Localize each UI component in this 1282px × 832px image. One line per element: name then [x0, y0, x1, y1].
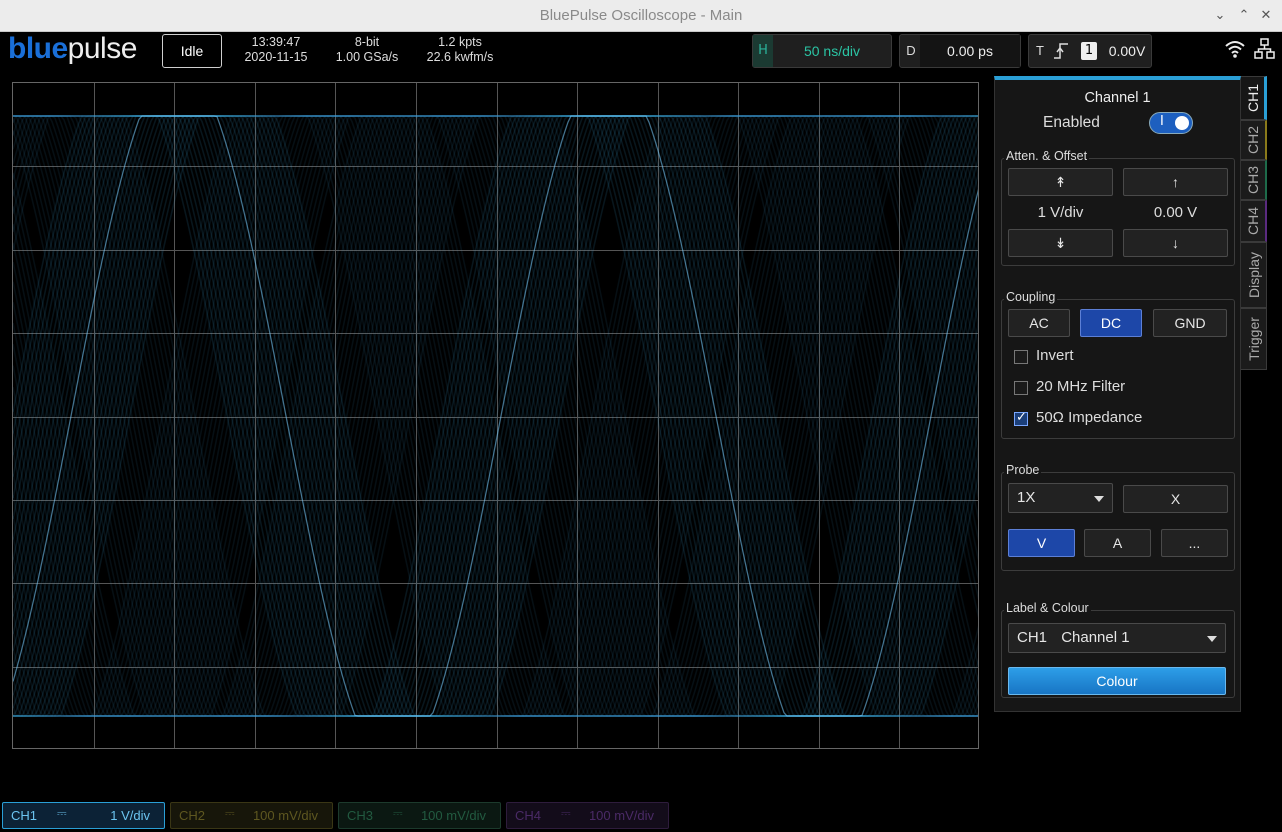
tab-ch1[interactable]: CH1 [1241, 76, 1267, 120]
dc-coupling-icon: ⎓ [225, 806, 235, 820]
scale-coarse-up-button[interactable]: ↟ [1008, 168, 1113, 196]
horizontal-scale-control[interactable]: H 50 ns/div [752, 34, 892, 68]
colour-button[interactable]: Colour [1008, 667, 1226, 695]
date-text: 2020-11-15 [244, 50, 308, 64]
atten-offset-legend: Atten. & Offset [1004, 149, 1090, 163]
tab-trigger[interactable]: Trigger [1241, 308, 1267, 370]
top-toolbar: bluepulse Idle 13:39:47 2020-11-15 8-bit… [2, 32, 1280, 70]
scale-coarse-down-button[interactable]: ↡ [1008, 229, 1113, 257]
trigger-control[interactable]: T 1 0.00V [1028, 34, 1152, 68]
invert-checkbox[interactable] [1014, 350, 1028, 364]
channel-3-badge[interactable]: CH3 ⎓ 100 mV/div [338, 802, 501, 829]
rising-edge-icon [1054, 43, 1068, 59]
window-title: BluePulse Oscilloscope - Main [539, 7, 743, 24]
probe-attenuation-select[interactable]: 1X [1008, 483, 1113, 513]
points-text: 1.2 kpts [438, 35, 482, 49]
channel-2-badge[interactable]: CH2 ⎓ 100 mV/div [170, 802, 333, 829]
filter-label: 20 MHz Filter [1036, 378, 1126, 395]
label-colour-group: Label & Colour CH1 Channel 1 Colour [1001, 601, 1235, 698]
bit-depth-text: 8-bit [354, 35, 380, 49]
coupling-legend: Coupling [1004, 290, 1058, 304]
atten-offset-group: Atten. & Offset ↟ ↑ 1 V/div 0.00 V ↡ ↓ [1001, 149, 1235, 266]
channel-label-select[interactable]: CH1 Channel 1 [1008, 623, 1226, 653]
network-icon[interactable] [1254, 38, 1276, 60]
delay-label: D [906, 43, 916, 58]
ch1-trace [13, 115, 978, 717]
coupling-group: Coupling AC DC GND Invert 20 MHz Filter … [1001, 290, 1235, 439]
dc-coupling-icon: ⎓ [57, 806, 67, 820]
tab-ch3[interactable]: CH3 [1241, 160, 1267, 200]
waveform-rate-text: 22.6 kwfm/s [426, 50, 494, 64]
window-titlebar: BluePulse Oscilloscope - Main ⌄ ⌃ ✕ [0, 0, 1282, 32]
impedance-checkbox[interactable] [1014, 410, 1028, 426]
enabled-label: Enabled [1043, 114, 1100, 131]
coupling-ac-button[interactable]: AC [1008, 309, 1070, 337]
enabled-toggle[interactable]: I [1149, 112, 1193, 134]
dc-coupling-icon: ⎓ [561, 806, 571, 820]
impedance-label: 50Ω Impedance [1036, 409, 1143, 426]
waveform-display[interactable] [12, 82, 979, 749]
filter-checkbox[interactable] [1014, 381, 1028, 395]
trigger-level-value: 0.00V [1108, 43, 1146, 59]
panel-title: Channel 1 [1084, 90, 1151, 106]
chevron-down-icon [1094, 496, 1104, 502]
coupling-dc-button[interactable]: DC [1080, 309, 1142, 337]
offset-up-button[interactable]: ↑ [1123, 168, 1228, 196]
label-colour-legend: Label & Colour [1004, 601, 1091, 615]
time-text: 13:39:47 [251, 35, 301, 49]
clock-readout: 13:39:47 2020-11-15 [238, 35, 314, 65]
probe-group: Probe 1X X V A ... [1001, 463, 1235, 571]
horizontal-value: 50 ns/div [803, 43, 861, 59]
offset-down-button[interactable]: ↓ [1123, 229, 1228, 257]
memory-readout: 1.2 kpts 22.6 kwfm/s [420, 35, 500, 65]
invert-label: Invert [1036, 347, 1074, 364]
wifi-icon[interactable] [1224, 40, 1246, 58]
acquisition-readout: 8-bit 1.00 GSa/s [330, 35, 404, 65]
delay-control[interactable]: D 0.00 ps [899, 34, 1021, 68]
probe-unit-more-button[interactable]: ... [1161, 529, 1228, 557]
waveform-canvas [13, 83, 978, 748]
delay-value: 0.00 ps [920, 35, 1020, 67]
dc-coupling-icon: ⎓ [393, 806, 403, 820]
maximize-icon[interactable]: ⌃ [1234, 6, 1254, 26]
tab-ch2[interactable]: CH2 [1241, 120, 1267, 160]
channel-settings-panel: Channel 1 Enabled I Atten. & Offset ↟ ↑ … [994, 76, 1241, 712]
run-state-button[interactable]: Idle [162, 34, 222, 68]
channel-4-badge[interactable]: CH4 ⎓ 100 mV/div [506, 802, 669, 829]
minimize-icon[interactable]: ⌄ [1210, 6, 1230, 26]
probe-custom-x-button[interactable]: X [1123, 485, 1228, 513]
channel-1-badge[interactable]: CH1 ⎓ 1 V/div [2, 802, 165, 829]
probe-unit-v-button[interactable]: V [1008, 529, 1075, 557]
trigger-channel-badge: 1 [1081, 42, 1097, 60]
coupling-gnd-button[interactable]: GND [1153, 309, 1227, 337]
trigger-label: T [1036, 43, 1044, 58]
tab-display[interactable]: Display [1241, 242, 1267, 308]
close-icon[interactable]: ✕ [1256, 6, 1276, 26]
probe-unit-a-button[interactable]: A [1084, 529, 1151, 557]
probe-legend: Probe [1004, 463, 1042, 477]
chevron-down-icon [1207, 636, 1217, 642]
horizontal-label: H [753, 35, 773, 67]
offset-value: 0.00 V [1153, 204, 1198, 221]
sample-rate-text: 1.00 GSa/s [335, 50, 399, 64]
app-logo: bluepulse [8, 32, 137, 65]
scale-value: 1 V/div [1037, 204, 1084, 221]
tab-ch4[interactable]: CH4 [1241, 200, 1267, 242]
